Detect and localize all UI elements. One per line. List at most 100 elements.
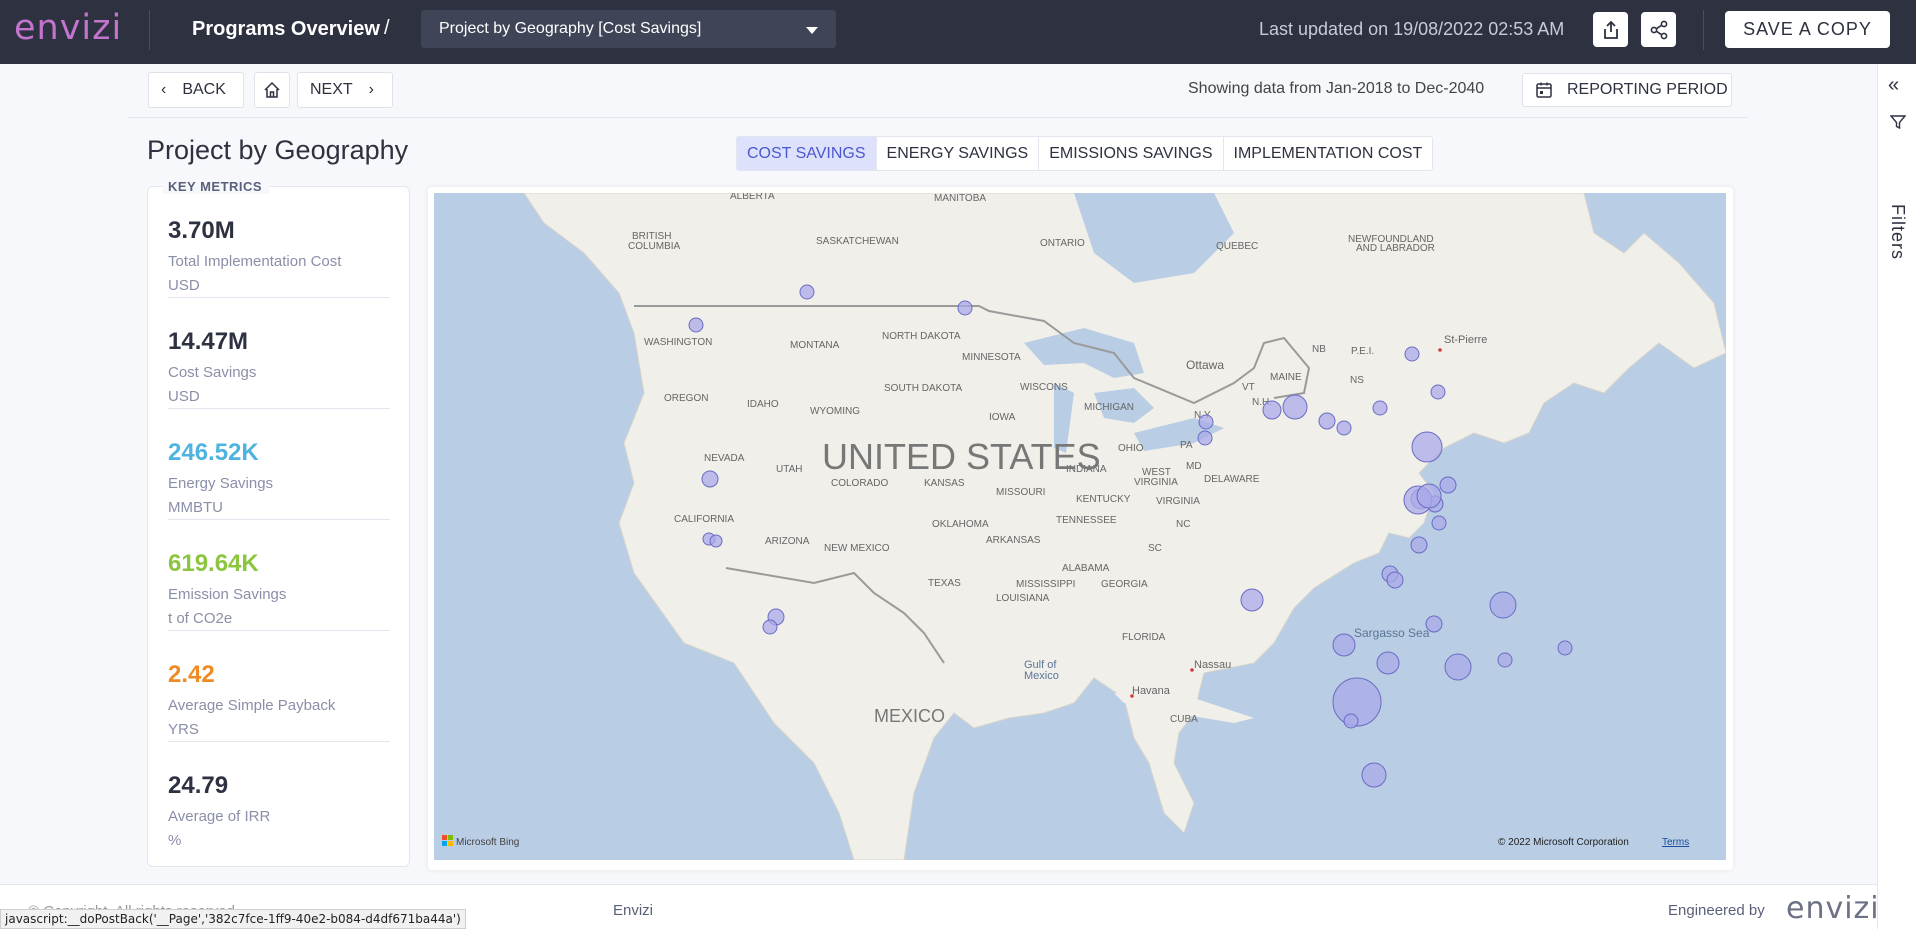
breadcrumb-separator: / (384, 17, 390, 39)
country-label: UNITED STATES (822, 436, 1101, 477)
project-bubble[interactable] (1336, 420, 1352, 436)
project-bubble[interactable] (701, 470, 719, 488)
page-title: Project by Geography (147, 135, 409, 165)
divider (149, 10, 150, 50)
project-bubble[interactable] (1404, 346, 1420, 362)
map-label: QUEBEC (1216, 241, 1258, 252)
map-label: NB (1312, 344, 1326, 355)
ms-logo-square (442, 841, 447, 846)
ms-logo-square (442, 835, 447, 840)
tab-emissions-savings[interactable]: EMISSIONS SAVINGS (1039, 137, 1224, 170)
programs-overview-link[interactable]: Programs Overview (192, 18, 380, 41)
report-select-dropdown[interactable]: Project by Geography [Cost Savings] (421, 10, 836, 48)
map-label: NEVADA (704, 453, 745, 464)
share-button[interactable] (1641, 12, 1676, 47)
share-export-button[interactable] (1593, 12, 1628, 47)
project-bubble[interactable] (1431, 515, 1447, 531)
project-bubble[interactable] (1240, 588, 1264, 612)
home-button[interactable] (254, 72, 290, 108)
metric-value: 24.79 (168, 772, 229, 799)
map-label: SASKATCHEWAN (816, 236, 899, 247)
project-bubble[interactable] (1197, 430, 1213, 446)
project-bubble[interactable] (1282, 394, 1308, 420)
filter-icon[interactable] (1890, 114, 1906, 130)
tab-cost-savings[interactable]: COST SAVINGS (737, 137, 877, 170)
next-label: NEXT (310, 81, 353, 98)
map-label: ARKANSAS (986, 535, 1041, 546)
map-label: ONTARIO (1040, 238, 1085, 249)
project-bubble[interactable] (1416, 483, 1442, 509)
city-dot (1190, 668, 1194, 672)
map-label: MONTANA (790, 340, 840, 351)
map-label: FLORIDA (1122, 632, 1166, 643)
map-label: Havana (1132, 685, 1171, 697)
project-bubble[interactable] (1198, 414, 1214, 430)
home-icon (264, 81, 280, 98)
map-label: MISSOURI (996, 487, 1045, 498)
project-bubble[interactable] (1489, 591, 1517, 619)
project-bubble[interactable] (1410, 536, 1428, 554)
project-bubble[interactable] (1386, 571, 1404, 589)
map-label: COLUMBIA (628, 241, 681, 252)
project-bubble[interactable] (1361, 762, 1387, 788)
back-button[interactable]: ‹ BACK (148, 72, 244, 108)
project-bubble[interactable] (762, 619, 778, 635)
project-bubble[interactable] (1497, 652, 1513, 668)
project-bubble[interactable] (1439, 476, 1457, 494)
map-label: CUBA (1170, 714, 1198, 725)
project-bubble[interactable] (1262, 400, 1282, 420)
project-bubble[interactable] (957, 300, 973, 316)
project-bubble[interactable] (1376, 651, 1400, 675)
project-bubble[interactable] (1332, 633, 1356, 657)
map-label: WISCONS (1020, 382, 1068, 393)
project-bubble[interactable] (688, 317, 704, 333)
collapse-panel-icon[interactable]: « (1888, 74, 1899, 97)
project-bubble[interactable] (1444, 653, 1472, 681)
metric-label: Cost Savings (168, 364, 257, 381)
metric-cost-savings: 14.47M Cost Savings USD (168, 298, 390, 409)
project-bubble[interactable] (1430, 384, 1446, 400)
project-bubble[interactable] (1372, 400, 1388, 416)
map-label: ALABAMA (1062, 563, 1110, 574)
next-button[interactable]: NEXT › (297, 72, 393, 108)
map-label: KANSAS (924, 478, 965, 489)
save-a-copy-button[interactable]: SAVE A COPY (1725, 11, 1890, 48)
map-label: Nassau (1194, 659, 1231, 671)
metric-average-simple-payback: 2.42 Average Simple Payback YRS (168, 631, 390, 742)
project-bubble[interactable] (799, 284, 815, 300)
project-bubble[interactable] (1557, 640, 1573, 656)
project-bubble[interactable] (1425, 615, 1443, 633)
tab-implementation-cost[interactable]: IMPLEMENTATION COST (1224, 137, 1433, 170)
chevron-right-icon: › (368, 81, 374, 98)
map-label: COLORADO (831, 478, 888, 489)
key-metrics-card: KEY METRICS 3.70M Total Implementation C… (147, 179, 410, 867)
metric-value: 3.70M (168, 217, 235, 244)
reporting-period-button[interactable]: REPORTING PERIOD (1522, 73, 1732, 107)
share-icon (1650, 20, 1667, 39)
chevron-left-icon: ‹ (161, 81, 167, 98)
map-label: NORTH DAKOTA (882, 331, 961, 342)
last-updated-text: Last updated on 19/08/2022 02:53 AM (1259, 19, 1565, 39)
map-label: NC (1176, 519, 1190, 530)
map-label: CALIFORNIA (674, 514, 734, 525)
tab-energy-savings[interactable]: ENERGY SAVINGS (877, 137, 1040, 170)
data-range-text: Showing data from Jan-2018 to Dec-2040 (1188, 80, 1485, 97)
metric-unit: % (168, 832, 182, 849)
project-bubble[interactable] (1318, 412, 1336, 430)
map-label: MISSISSIPPI (1016, 579, 1075, 590)
map-label: VIRGINIA (1134, 477, 1178, 488)
project-bubble[interactable] (1343, 713, 1359, 729)
metric-energy-savings: 246.52K Energy Savings MMBTU (168, 409, 390, 520)
metric-label: Average Simple Payback (168, 697, 336, 714)
map-terms-link[interactable]: Terms (1662, 837, 1689, 848)
filters-toggle[interactable]: Filters (1887, 204, 1908, 260)
envizi-logo[interactable]: envizi (14, 8, 122, 48)
metric-label: Energy Savings (168, 475, 274, 492)
map-label: WASHINGTON (644, 337, 712, 348)
project-geography-map[interactable]: ALBERTA MANITOBA BRITISH COLUMBIA SASKAT… (434, 193, 1726, 860)
project-bubble[interactable] (709, 534, 723, 548)
map-label: TENNESSEE (1056, 515, 1117, 526)
browser-status-bar: javascript:__doPostBack('__Page','382c7f… (0, 909, 466, 929)
project-bubble[interactable] (1411, 431, 1443, 463)
map-label: UTAH (776, 464, 802, 475)
